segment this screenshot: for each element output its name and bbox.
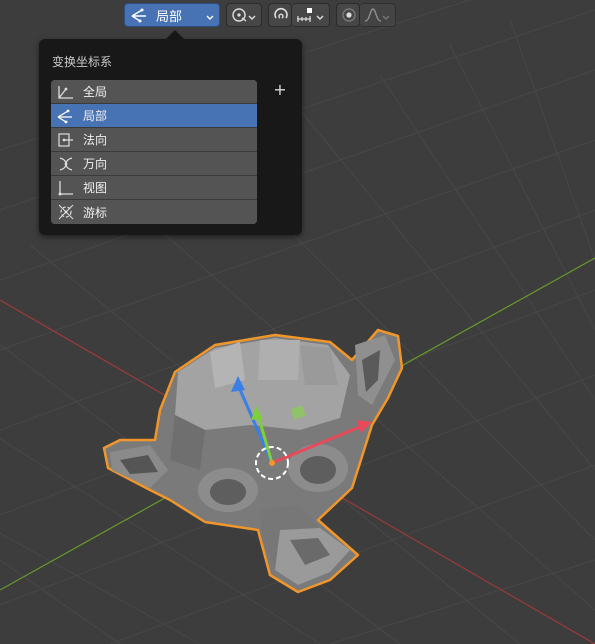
orientation-list: 全局 局部 法向 万向 视图 游标 xyxy=(51,80,257,224)
snap-magnet-icon xyxy=(272,6,290,24)
transform-orientation-popup: 变换坐标系 + 全局 局部 法向 万向 视图 游标 xyxy=(39,39,302,235)
chevron-down-icon xyxy=(247,9,257,28)
pivot-point-dropdown[interactable] xyxy=(226,3,262,27)
local-axes-icon xyxy=(130,7,150,23)
orientation-item-label: 法向 xyxy=(83,133,108,147)
proportional-edit-icon xyxy=(340,6,358,24)
orientation-item-label: 视图 xyxy=(83,181,108,195)
snap-toggle[interactable] xyxy=(268,3,292,27)
orientation-item-local[interactable]: 局部 xyxy=(51,104,257,128)
chevron-down-icon xyxy=(381,9,391,28)
falloff-dropdown[interactable] xyxy=(360,3,396,27)
orientation-item-global[interactable]: 全局 xyxy=(51,80,257,104)
normal-axes-icon xyxy=(55,131,77,149)
orientation-item-label: 游标 xyxy=(83,205,108,220)
snap-target-dropdown[interactable] xyxy=(292,3,330,27)
local-axes-icon xyxy=(55,107,77,125)
orientation-item-cursor[interactable]: 游标 xyxy=(51,200,257,224)
orientation-item-view[interactable]: 视图 xyxy=(51,176,257,200)
plus-icon[interactable]: + xyxy=(272,82,288,98)
orientation-item-gimbal[interactable]: 万向 xyxy=(51,152,257,176)
cursor-axes-icon xyxy=(55,203,77,221)
orientation-label: 局部 xyxy=(156,9,183,25)
falloff-curve-icon xyxy=(363,6,383,24)
orientation-item-label: 局部 xyxy=(83,109,108,123)
gimbal-axes-icon xyxy=(55,155,77,173)
orientation-item-label: 全局 xyxy=(83,85,108,99)
view-axes-icon xyxy=(55,179,77,197)
orientation-item-normal[interactable]: 法向 xyxy=(51,128,257,152)
orientation-item-label: 万向 xyxy=(83,157,108,171)
proportional-edit-toggle[interactable] xyxy=(336,3,360,27)
popup-title: 变换坐标系 xyxy=(52,55,113,69)
snap-increment-icon xyxy=(295,6,315,24)
global-axes-icon xyxy=(55,83,77,101)
orientation-dropdown[interactable]: 局部 xyxy=(124,3,220,27)
popup-pointer xyxy=(166,30,184,39)
chevron-down-icon xyxy=(205,9,215,28)
chevron-down-icon xyxy=(315,9,325,28)
